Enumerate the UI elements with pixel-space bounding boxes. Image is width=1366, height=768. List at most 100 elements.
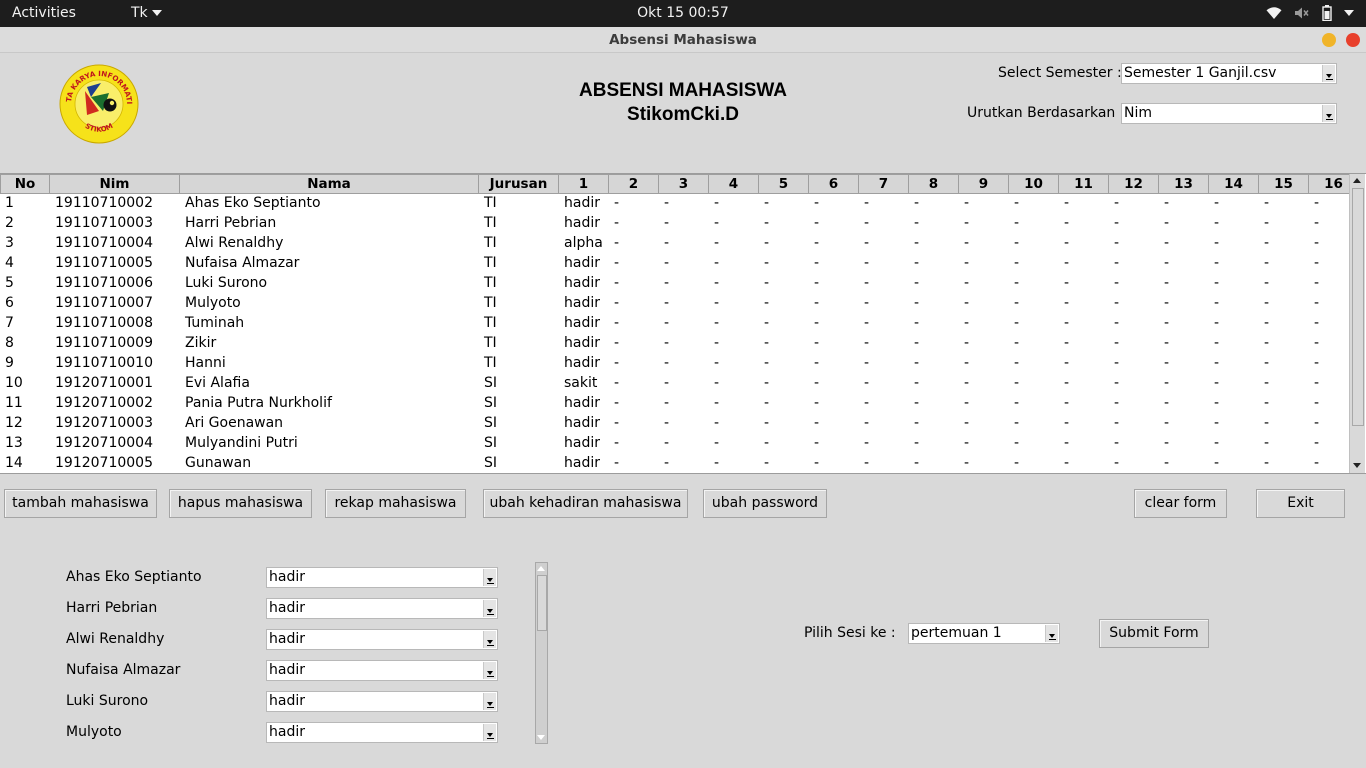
status-dropdown-arrow-icon[interactable] bbox=[483, 724, 496, 741]
table-cell: - bbox=[764, 455, 770, 471]
student-status-select[interactable]: hadir bbox=[266, 722, 498, 743]
app-menu[interactable]: Tk bbox=[131, 5, 162, 21]
table-cell: Zikir bbox=[185, 335, 217, 351]
system-top-bar: Activities Tk Okt 15 00:57 bbox=[0, 0, 1366, 27]
column-header[interactable]: 13 bbox=[1159, 174, 1209, 194]
column-header[interactable]: 7 bbox=[859, 174, 909, 194]
table-row[interactable]: 4 19110710005 Nufaisa Almazar TI hadir - - - - - -… bbox=[0, 254, 1359, 274]
scroll-down-arrow-icon[interactable] bbox=[1351, 460, 1364, 472]
column-header[interactable]: 15 bbox=[1259, 174, 1309, 194]
window-title: Absensi Mahasiswa bbox=[609, 32, 757, 48]
table-row[interactable]: 13 19120710004 Mulyandini Putri SI hadir - - - -… bbox=[0, 434, 1359, 454]
ubah-password-button[interactable]: ubah password bbox=[703, 489, 827, 518]
table-cell: - bbox=[664, 215, 670, 231]
table-cell: hadir bbox=[564, 335, 600, 351]
status-dropdown-arrow-icon[interactable] bbox=[483, 600, 496, 617]
table-cell: TI bbox=[484, 195, 497, 211]
table-row[interactable]: 3 19110710004 Alwi Renaldhy TI alpha - - - - - - - -… bbox=[0, 234, 1359, 254]
table-cell: Luki Surono bbox=[185, 275, 268, 291]
column-header[interactable]: 6 bbox=[809, 174, 859, 194]
window-title-bar[interactable]: Absensi Mahasiswa bbox=[0, 27, 1366, 53]
table-cell: 19120710001 bbox=[55, 375, 153, 391]
column-header[interactable]: No bbox=[0, 174, 50, 194]
sort-dropdown-arrow-icon[interactable] bbox=[1322, 105, 1335, 122]
column-header[interactable]: 10 bbox=[1009, 174, 1059, 194]
scroll-down-arrow-icon[interactable] bbox=[536, 732, 547, 743]
table-row[interactable]: 7 19110710008 Tuminah TI hadir - - - - - - - - - - - - - -… bbox=[0, 314, 1359, 334]
semester-dropdown-arrow-icon[interactable] bbox=[1322, 65, 1335, 82]
column-header[interactable]: 1 bbox=[559, 174, 609, 194]
minimize-button[interactable] bbox=[1322, 33, 1336, 47]
column-header[interactable]: 2 bbox=[609, 174, 659, 194]
table-cell: - bbox=[914, 195, 920, 211]
table-row[interactable]: 8 19110710009 Zikir TI hadir - - - - - - - - - - - - - - - bbox=[0, 334, 1359, 354]
column-header[interactable]: Jurusan bbox=[479, 174, 559, 194]
system-tray[interactable] bbox=[1266, 4, 1354, 22]
table-cell: - bbox=[764, 315, 770, 331]
status-dropdown-arrow-icon[interactable] bbox=[483, 631, 496, 648]
clear-form-button[interactable]: clear form bbox=[1134, 489, 1227, 518]
table-cell: - bbox=[714, 415, 720, 431]
scroll-up-arrow-icon[interactable] bbox=[1351, 175, 1364, 187]
column-header[interactable]: 9 bbox=[959, 174, 1009, 194]
column-header[interactable]: 12 bbox=[1109, 174, 1159, 194]
table-cell: - bbox=[764, 395, 770, 411]
table-row[interactable]: 1 19110710002 Ahas Eko Septianto TI hadir - - -… bbox=[0, 194, 1359, 214]
column-header[interactable]: Nim bbox=[50, 174, 180, 194]
tambah-mahasiswa-button[interactable]: tambah mahasiswa bbox=[4, 489, 157, 518]
column-header[interactable]: Nama bbox=[180, 174, 479, 194]
exit-button[interactable]: Exit bbox=[1256, 489, 1345, 518]
submit-form-button[interactable]: Submit Form bbox=[1099, 619, 1209, 648]
column-header[interactable]: 3 bbox=[659, 174, 709, 194]
table-row[interactable]: 6 19110710007 Mulyoto TI hadir - - - - - - - - - - - - - -… bbox=[0, 294, 1359, 314]
table-cell: 19110710005 bbox=[55, 255, 153, 271]
ubah-kehadiran-button[interactable]: ubah kehadiran mahasiswa bbox=[483, 489, 688, 518]
table-row[interactable]: 2 19110710003 Harri Pebrian TI hadir - - - - - - - -… bbox=[0, 214, 1359, 234]
student-status-select[interactable]: hadir bbox=[266, 629, 498, 650]
attendance-table[interactable]: No Nim Nama Jurusan 1 2 3 4 5 6 7 8 9 10 11 12 13 14 15 16 … bbox=[0, 173, 1366, 474]
form-vertical-scrollbar[interactable] bbox=[535, 562, 548, 744]
table-row[interactable]: 10 19120710001 Evi Alafia SI sakit - - - - - - - - - -… bbox=[0, 374, 1359, 394]
semester-select[interactable]: Semester 1 Ganjil.csv bbox=[1121, 63, 1337, 84]
table-vertical-scrollbar[interactable] bbox=[1349, 174, 1365, 473]
status-dropdown-arrow-icon[interactable] bbox=[483, 662, 496, 679]
table-cell: - bbox=[1214, 275, 1220, 291]
student-status-select[interactable]: hadir bbox=[266, 660, 498, 681]
scrollbar-thumb[interactable] bbox=[1352, 188, 1364, 426]
rekap-mahasiswa-button[interactable]: rekap mahasiswa bbox=[325, 489, 466, 518]
status-dropdown-arrow-icon[interactable] bbox=[483, 693, 496, 710]
table-cell: alpha bbox=[564, 235, 603, 251]
table-row[interactable]: 9 19110710010 Hanni TI hadir - - - - - - - - - - - - - - - bbox=[0, 354, 1359, 374]
table-cell: - bbox=[1064, 195, 1070, 211]
session-select[interactable]: pertemuan 1 bbox=[908, 623, 1060, 644]
column-header[interactable]: 14 bbox=[1209, 174, 1259, 194]
table-row[interactable]: 5 19110710006 Luki Surono TI hadir - - - - - - - - - -… bbox=[0, 274, 1359, 294]
table-cell: - bbox=[914, 315, 920, 331]
column-header[interactable]: 11 bbox=[1059, 174, 1109, 194]
table-cell: - bbox=[714, 315, 720, 331]
clock[interactable]: Okt 15 00:57 bbox=[637, 5, 729, 21]
table-row[interactable]: 12 19120710003 Ari Goenawan SI hadir - - - - - - - -… bbox=[0, 414, 1359, 434]
status-dropdown-arrow-icon[interactable] bbox=[483, 569, 496, 586]
table-cell: 19120710004 bbox=[55, 435, 153, 451]
table-row[interactable]: 11 19120710002 Pania Putra Nurkholif SI hadi… bbox=[0, 394, 1359, 414]
activities-button[interactable]: Activities bbox=[12, 5, 76, 21]
student-status-value: hadir bbox=[269, 600, 305, 616]
column-header[interactable]: 5 bbox=[759, 174, 809, 194]
column-header[interactable]: 4 bbox=[709, 174, 759, 194]
close-button[interactable] bbox=[1346, 33, 1360, 47]
table-cell: - bbox=[1064, 375, 1070, 391]
table-cell: - bbox=[864, 375, 870, 391]
table-row[interactable]: 14 19120710005 Gunawan SI hadir - - - - - - - - - - - - -… bbox=[0, 454, 1359, 473]
scroll-up-arrow-icon[interactable] bbox=[536, 563, 547, 574]
student-status-select[interactable]: hadir bbox=[266, 598, 498, 619]
student-status-select[interactable]: hadir bbox=[266, 567, 498, 588]
hapus-mahasiswa-button[interactable]: hapus mahasiswa bbox=[169, 489, 312, 518]
student-status-select[interactable]: hadir bbox=[266, 691, 498, 712]
table-cell: - bbox=[664, 415, 670, 431]
session-dropdown-arrow-icon[interactable] bbox=[1045, 625, 1058, 642]
scrollbar-thumb[interactable] bbox=[537, 575, 547, 631]
column-header[interactable]: 8 bbox=[909, 174, 959, 194]
sort-select[interactable]: Nim bbox=[1121, 103, 1337, 124]
table-cell: sakit bbox=[564, 375, 598, 391]
